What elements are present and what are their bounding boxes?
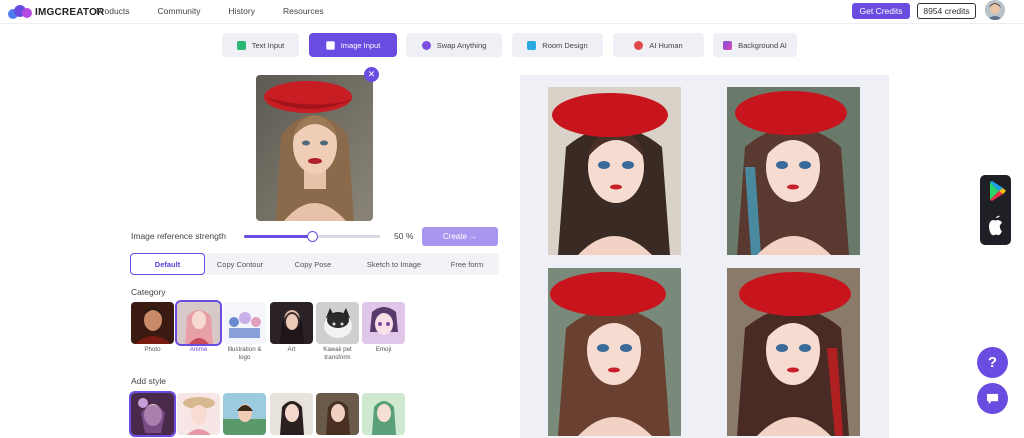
- category-art[interactable]: Art: [270, 302, 313, 354]
- apple-icon[interactable]: [989, 215, 1002, 236]
- credits-balance: 8954 credits: [917, 3, 976, 19]
- top-header: IMGCREATOR Products Community History Re…: [0, 0, 1024, 24]
- user-avatar[interactable]: [985, 0, 1005, 20]
- category-emoji[interactable]: Emoji: [362, 302, 405, 354]
- nav-resources[interactable]: Resources: [283, 6, 324, 16]
- style-option[interactable]: [223, 393, 266, 435]
- chat-icon: [986, 393, 999, 405]
- category-illustration-logo[interactable]: Illustration & logo: [223, 302, 266, 362]
- style-option[interactable]: [270, 393, 313, 435]
- style-option[interactable]: [177, 393, 220, 435]
- result-image[interactable]: [727, 87, 860, 255]
- category-thumbnail: [270, 302, 313, 344]
- result-image[interactable]: [548, 87, 681, 255]
- tab-label: Swap Anything: [436, 40, 487, 50]
- uploaded-reference-image: [256, 75, 373, 221]
- mode-copy-pose[interactable]: Copy Pose: [278, 253, 348, 275]
- logo-text: IMGCREATOR: [35, 6, 105, 18]
- category-thumbnail: [175, 300, 222, 346]
- category-caption: Anime: [189, 346, 208, 353]
- category-photo[interactable]: Photo: [131, 302, 174, 354]
- category-caption: Kawaii pet transform: [323, 346, 352, 361]
- logo[interactable]: IMGCREATOR: [8, 3, 104, 21]
- tab-image-input[interactable]: Image Input: [309, 33, 397, 57]
- style-option[interactable]: [129, 391, 176, 437]
- mode-copy-contour[interactable]: Copy Contour: [206, 253, 274, 275]
- background-icon: [723, 40, 733, 50]
- category-caption: Illustration & logo: [227, 346, 262, 361]
- text-icon: [236, 40, 246, 50]
- generation-mode-tabs: Text Input Image Input Swap Anything Roo…: [0, 33, 1024, 57]
- swap-icon: [421, 40, 431, 50]
- app-store-links: [980, 175, 1011, 245]
- human-icon: [634, 40, 644, 50]
- category-thumbnail: [362, 302, 405, 344]
- question-icon: ?: [987, 354, 998, 371]
- main-nav: Products Community History Resources: [96, 6, 352, 16]
- category-caption: Art: [287, 346, 296, 353]
- result-image[interactable]: [727, 268, 860, 436]
- get-credits-button[interactable]: Get Credits: [852, 3, 910, 19]
- category-thumbnail: [316, 302, 359, 344]
- category-caption: Emoji: [375, 346, 392, 353]
- google-play-icon[interactable]: [990, 181, 1006, 201]
- strength-value: 50 %: [394, 231, 414, 241]
- create-button[interactable]: Create →: [422, 227, 498, 246]
- nav-community[interactable]: Community: [158, 6, 201, 16]
- mode-sketch-to-image[interactable]: Sketch to Image: [352, 253, 436, 275]
- tab-room-design[interactable]: Room Design: [512, 33, 603, 57]
- slider-thumb[interactable]: [307, 231, 318, 242]
- category-thumbnail: [223, 302, 266, 344]
- tab-label: Text Input: [251, 40, 285, 50]
- style-option[interactable]: [362, 393, 405, 435]
- category-caption: Photo: [144, 346, 161, 353]
- tab-label: Background AI: [738, 40, 787, 50]
- tab-ai-human[interactable]: AI Human: [613, 33, 704, 57]
- category-heading: Category: [131, 287, 166, 297]
- logo-icon: [8, 5, 32, 19]
- style-option[interactable]: [316, 393, 359, 435]
- category-thumbnail: [131, 302, 174, 344]
- strength-slider[interactable]: [244, 230, 380, 242]
- tab-label: Room Design: [542, 40, 588, 50]
- tab-label: Image Input: [340, 40, 381, 50]
- strength-label: Image reference strength: [131, 231, 226, 241]
- category-anime[interactable]: Anime: [175, 300, 222, 354]
- add-style-heading: Add style: [131, 376, 166, 386]
- nav-history[interactable]: History: [229, 6, 255, 16]
- tab-swap-anything[interactable]: Swap Anything: [406, 33, 502, 57]
- nav-products[interactable]: Products: [96, 6, 130, 16]
- mode-default[interactable]: Default: [130, 253, 205, 275]
- image-icon: [325, 40, 335, 50]
- help-button[interactable]: ?: [977, 347, 1008, 378]
- reference-mode-selector: Default Copy Contour Copy Pose Sketch to…: [130, 253, 499, 275]
- close-icon: ✕: [367, 69, 376, 79]
- result-image[interactable]: [548, 268, 681, 436]
- generated-results-panel: [520, 75, 889, 438]
- home-icon: [527, 40, 537, 50]
- tab-text-input[interactable]: Text Input: [222, 33, 299, 57]
- slider-fill: [244, 235, 312, 238]
- tab-background-ai[interactable]: Background AI: [713, 33, 797, 57]
- remove-image-button[interactable]: ✕: [364, 67, 379, 82]
- tab-label: AI Human: [649, 40, 683, 50]
- chat-button[interactable]: [977, 383, 1008, 414]
- mode-free-form[interactable]: Free form: [436, 253, 498, 275]
- category-kawaii-pet[interactable]: Kawaii pet transform: [316, 302, 359, 362]
